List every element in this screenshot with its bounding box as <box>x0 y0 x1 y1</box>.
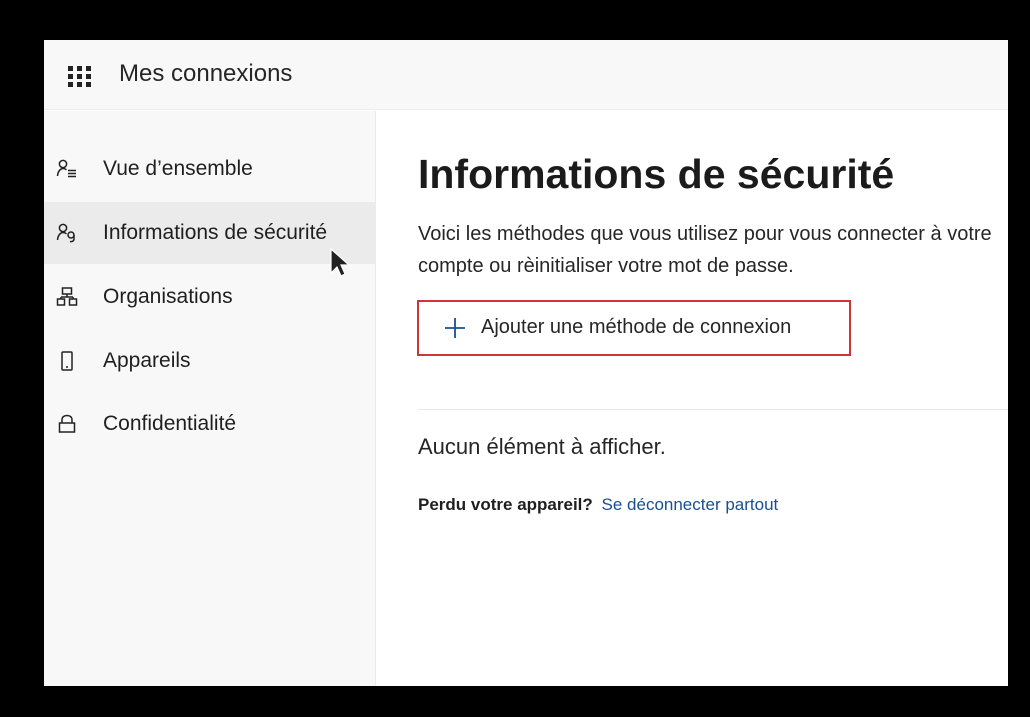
sidebar-item-privacy[interactable]: Confidentialité <box>44 393 376 455</box>
sidebar-item-label: Organisations <box>103 285 233 308</box>
empty-state-text: Aucun élément à afficher. <box>418 434 666 459</box>
phone-icon <box>56 350 78 372</box>
sidebar-item-devices[interactable]: Appareils <box>44 330 376 392</box>
top-header: Mes connexions <box>44 40 1008 110</box>
sidebar-item-overview[interactable]: Vue d’ensemble <box>44 138 376 200</box>
app-window: Mes connexions Vue d’ensemble Informatio… <box>44 40 1008 686</box>
page-description: Voici les méthodes que vous utilisez pou… <box>418 223 992 277</box>
sign-out-everywhere-link[interactable]: Se déconnecter partout <box>602 495 779 514</box>
person-list-icon <box>56 158 78 180</box>
page-title: Informations de sécurité <box>418 151 895 197</box>
person-key-icon <box>56 222 78 244</box>
sidebar-item-label: Vue d’ensemble <box>103 157 253 180</box>
add-sign-in-method-button[interactable]: Ajouter une méthode de connexion <box>417 300 851 356</box>
main-content: Informations de sécurité Voici les métho… <box>377 111 1008 686</box>
lost-device-question: Perdu votre appareil? <box>418 495 593 514</box>
app-title: Mes connexions <box>119 60 293 87</box>
sidebar-item-label: Informations de sécurité <box>103 221 328 244</box>
app-launcher-icon[interactable] <box>68 66 94 87</box>
plus-icon <box>445 318 465 338</box>
sidebar-item-security-info[interactable]: Informations de sécurité <box>44 202 376 264</box>
org-chart-icon <box>56 286 78 308</box>
sidebar: Vue d’ensemble Informations de sécurité <box>44 111 376 686</box>
sidebar-item-organizations[interactable]: Organisations <box>44 266 376 328</box>
sidebar-item-label: Confidentialité <box>103 412 237 435</box>
lost-device-line: Perdu votre appareil? Se déconnecter par… <box>418 495 778 515</box>
add-button-label: Ajouter une méthode de connexion <box>481 316 792 338</box>
lock-icon <box>56 413 78 435</box>
sidebar-item-label: Appareils <box>103 349 191 372</box>
divider <box>418 409 1008 410</box>
